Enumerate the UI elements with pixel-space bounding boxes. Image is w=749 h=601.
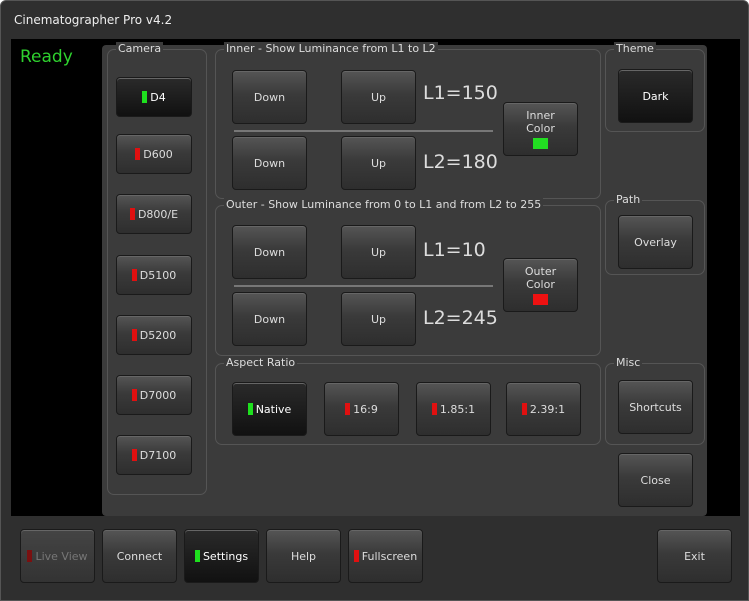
camera-button-d5200[interactable]: D5200: [116, 315, 192, 355]
outer-l2-value: L2=245: [423, 307, 498, 329]
camera-button-d4[interactable]: D4: [116, 77, 192, 117]
label: Dark: [642, 89, 669, 103]
theme-dark-button[interactable]: Dark: [618, 69, 693, 123]
fullscreen-button[interactable]: Fullscreen: [348, 529, 423, 583]
status-led-icon: [247, 403, 253, 415]
label: D5200: [139, 328, 177, 342]
status-led-icon: [431, 403, 437, 415]
status-led-icon: [131, 329, 137, 341]
settings-button[interactable]: Settings: [184, 529, 259, 583]
path-overlay-button[interactable]: Overlay: [618, 215, 693, 269]
outer-l1-down-button[interactable]: Down: [232, 225, 307, 279]
app-window: Cinematographer Pro v4.2 Ready Camera D4…: [0, 0, 749, 601]
misc-group-label: Misc: [614, 356, 643, 369]
label: Inner Color: [526, 109, 555, 135]
label: Connect: [116, 549, 163, 563]
inner-l2-value: L2=180: [423, 151, 498, 173]
label: 2.39:1: [529, 402, 566, 416]
settings-panel: Camera D4 D600 D800/E D5100 D5200 D7000 D7100 …: [102, 42, 707, 516]
label: Down: [253, 312, 286, 326]
label: Down: [253, 156, 286, 170]
label: Help: [290, 549, 317, 563]
shortcuts-button[interactable]: Shortcuts: [618, 380, 693, 434]
camera-button-d7100[interactable]: D7100: [116, 435, 192, 475]
aspect-button-2-39-1[interactable]: 2.39:1: [506, 382, 581, 436]
aspect-button-native[interactable]: Native: [232, 382, 307, 436]
label: Shortcuts: [629, 400, 682, 414]
label: D7100: [139, 448, 177, 462]
label: Down: [253, 245, 286, 259]
connect-button[interactable]: Connect: [102, 529, 177, 583]
status-led-icon: [129, 208, 135, 220]
status-led-icon: [142, 91, 148, 103]
status-led-icon: [131, 269, 137, 281]
color-swatch: [533, 294, 548, 305]
label: D800/E: [137, 207, 179, 221]
inner-color-button[interactable]: Inner Color: [503, 102, 578, 156]
close-button[interactable]: Close: [618, 453, 693, 507]
outer-color-button[interactable]: Outer Color: [503, 258, 578, 312]
status-led-icon: [353, 550, 359, 562]
camera-button-d7000[interactable]: D7000: [116, 375, 192, 415]
divider: [234, 285, 493, 287]
live-view-button[interactable]: Live View: [20, 529, 95, 583]
label: Fullscreen: [361, 549, 418, 563]
inner-l2-up-button[interactable]: Up: [341, 136, 416, 190]
status-led-icon: [194, 550, 200, 562]
outer-l2-down-button[interactable]: Down: [232, 292, 307, 346]
aspect-group-label: Aspect Ratio: [224, 356, 298, 369]
camera-button-d5100[interactable]: D5100: [116, 255, 192, 295]
label: D600: [143, 147, 173, 161]
aspect-button-16-9[interactable]: 16:9: [324, 382, 399, 436]
outer-l1-up-button[interactable]: Up: [341, 225, 416, 279]
help-button[interactable]: Help: [266, 529, 341, 583]
status-led-icon: [131, 389, 137, 401]
label: Down: [253, 90, 286, 104]
inner-group-label: Inner - Show Luminance from L1 to L2: [224, 42, 438, 55]
exit-button[interactable]: Exit: [657, 529, 732, 583]
status-text: Ready: [20, 47, 73, 67]
label: Settings: [202, 549, 249, 563]
label: D5100: [139, 268, 177, 282]
label: Overlay: [634, 235, 677, 249]
window-title: Cinematographer Pro v4.2: [14, 13, 173, 27]
label: D7000: [139, 388, 177, 402]
status-led-icon: [131, 449, 137, 461]
status-led-icon: [521, 403, 527, 415]
label: Up: [370, 90, 387, 104]
label: Up: [370, 156, 387, 170]
label: D4: [150, 90, 166, 104]
inner-l1-value: L1=150: [423, 82, 498, 104]
theme-group-label: Theme: [614, 42, 656, 55]
status-led-icon: [345, 403, 351, 415]
camera-button-d800e[interactable]: D800/E: [116, 194, 192, 234]
label: Exit: [684, 549, 705, 563]
label: Outer Color: [524, 265, 557, 291]
label: Close: [640, 473, 671, 487]
inner-l1-down-button[interactable]: Down: [232, 70, 307, 124]
outer-group-label: Outer - Show Luminance from 0 to L1 and …: [224, 198, 544, 211]
outer-l1-value: L1=10: [423, 239, 486, 261]
camera-group-label: Camera: [116, 42, 164, 55]
aspect-button-1-85-1[interactable]: 1.85:1: [416, 382, 491, 436]
inner-l1-up-button[interactable]: Up: [341, 70, 416, 124]
label: Live View: [35, 549, 88, 563]
label: Up: [370, 245, 387, 259]
color-swatch: [533, 138, 548, 149]
camera-button-d600[interactable]: D600: [116, 134, 192, 174]
outer-l2-up-button[interactable]: Up: [341, 292, 416, 346]
label: Up: [370, 312, 387, 326]
path-group-label: Path: [614, 193, 643, 206]
status-led-icon: [135, 148, 141, 160]
divider: [234, 130, 493, 132]
label: Native: [255, 402, 292, 416]
status-led-icon: [27, 550, 33, 562]
label: 1.85:1: [439, 402, 476, 416]
inner-l2-down-button[interactable]: Down: [232, 136, 307, 190]
label: 16:9: [353, 402, 378, 416]
